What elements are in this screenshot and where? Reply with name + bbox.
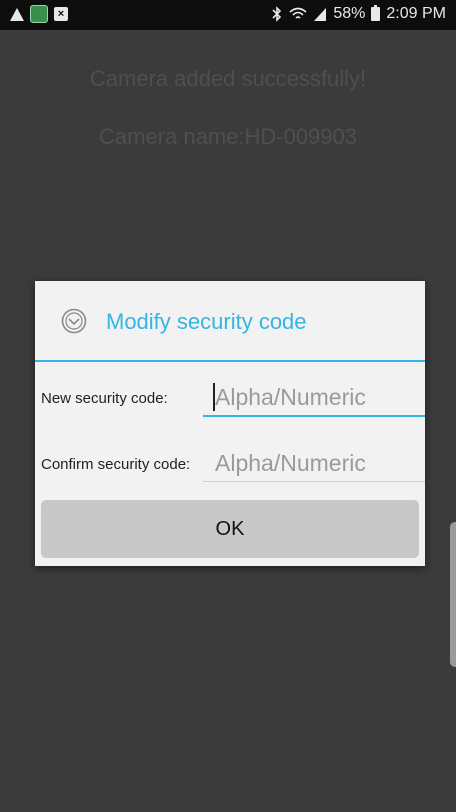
bluetooth-icon: [272, 6, 282, 22]
new-code-input[interactable]: [203, 379, 425, 417]
app-notification-icon: [30, 5, 48, 23]
camera-name: Camera name:HD-009903: [98, 124, 358, 149]
clock: 2:09 PM: [386, 5, 446, 22]
dialog-header: Modify security code: [35, 281, 425, 361]
new-code-label: New security code:: [41, 390, 168, 407]
confirm-code-input[interactable]: [203, 445, 425, 482]
close-notification-icon: ×: [54, 7, 68, 21]
ok-button[interactable]: OK: [41, 500, 419, 558]
signal-icon: [314, 8, 327, 21]
success-message: Camera added successfully!: [89, 66, 367, 91]
text-cursor: [213, 383, 215, 411]
chevron-down-circle-icon: [61, 308, 87, 334]
system-icons: 58% 2:09 PM: [271, 5, 446, 23]
edge-panel-handle[interactable]: [450, 522, 456, 667]
battery-percent: 58%: [333, 5, 366, 22]
modify-security-dialog: Modify security code New security code: …: [35, 281, 425, 566]
battery-icon: [371, 5, 381, 21]
wifi-icon: [289, 7, 307, 19]
dialog-title: Modify security code: [106, 309, 307, 334]
confirm-code-label: Confirm security code:: [41, 456, 191, 473]
dialog-divider: [35, 360, 425, 362]
warning-icon: [10, 7, 24, 21]
notification-icons: ×: [10, 5, 68, 23]
status-bar: × 58% 2:09 PM: [0, 0, 456, 30]
